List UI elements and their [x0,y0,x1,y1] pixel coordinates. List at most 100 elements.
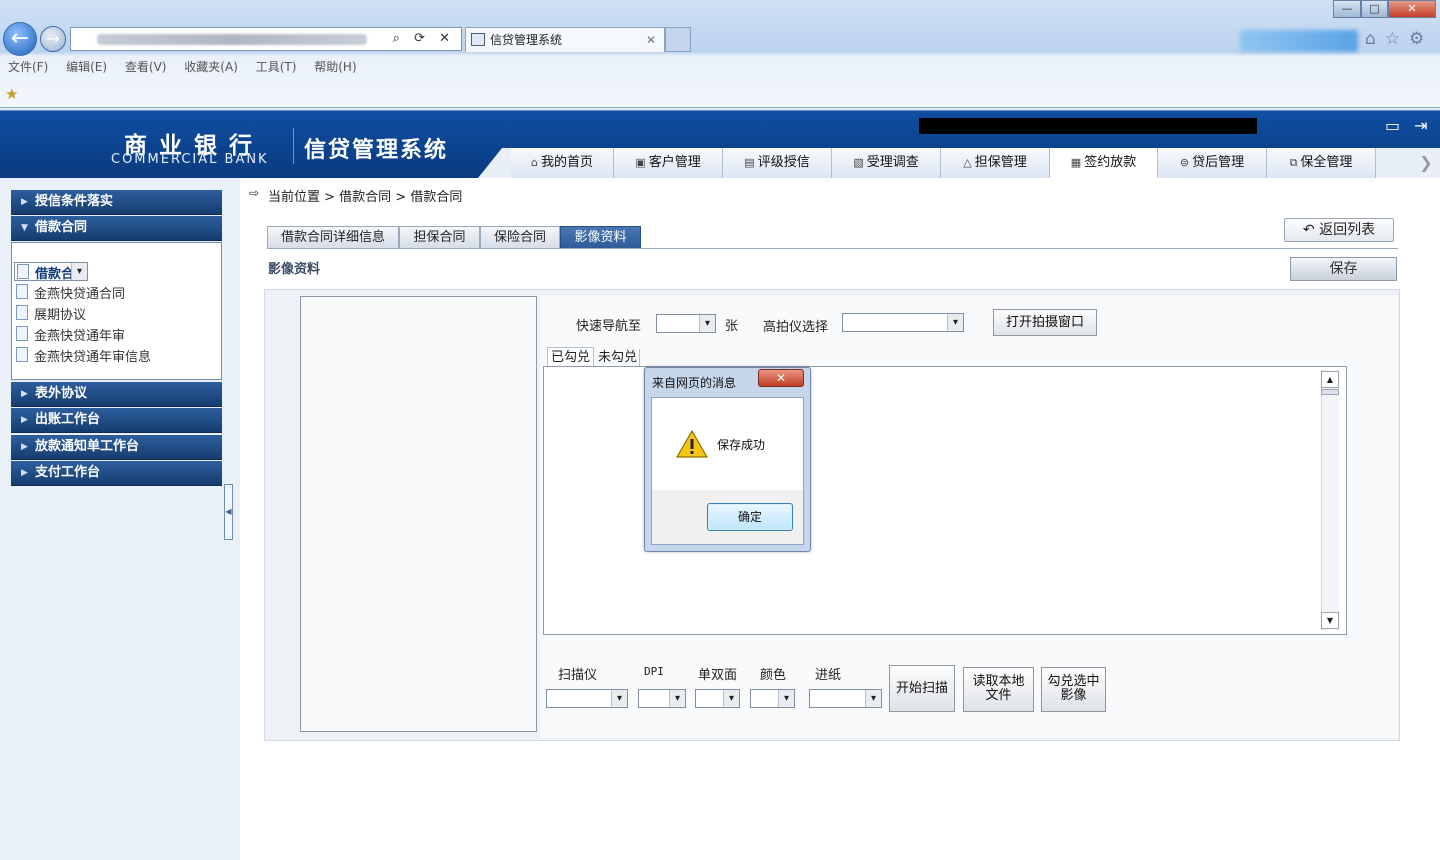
page-favicon-icon [471,33,485,46]
feed-label: 进纸 [815,668,842,683]
menu-help[interactable]: 帮助(H) [314,60,356,74]
check-selected-line2: 影像 [1060,688,1087,703]
read-local-file-button[interactable]: 读取本地 文件 [963,667,1034,712]
forward-arrow-icon[interactable]: → [40,26,66,52]
customer-icon: ▣ [635,156,646,169]
blurred-search-field[interactable] [1240,30,1358,52]
dpi-label: DPI [644,665,664,678]
nav-tab-rating[interactable]: ▤ 评级授信 [723,148,832,178]
sidebar-item-loan-contract[interactable]: 借款合同 [14,262,89,282]
camera-select[interactable] [842,313,964,332]
logo-separator [293,128,294,164]
browser-tab[interactable]: 信贷管理系统 ✕ [465,27,665,52]
header-icons[interactable]: ▭⇥ [1385,116,1440,135]
back-arrow-icon[interactable]: ← [3,22,37,56]
back-to-list-button[interactable]: ↶ 返回列表 [1284,218,1394,242]
window-close-button[interactable]: ✕ [1388,0,1436,18]
tab-insurance-contract[interactable]: 保险合同 [480,226,560,249]
postloan-icon: ⊜ [1179,156,1190,169]
nav-tab-survey[interactable]: ▧ 受理调查 [832,148,941,178]
monitor-icon[interactable]: ▭ [1385,116,1414,135]
browser-menubar: 文件(F) 编辑(E) 查看(V) 收藏夹(A) 工具(T) 帮助(H) [8,58,371,75]
sidebar-item-extension[interactable]: 展期协议 [14,304,86,323]
sidebar-item-jinyan-contract[interactable]: 金燕快贷通合同 [14,283,125,302]
quick-nav-label: 快速导航至 [576,319,642,334]
browser-tool-icons[interactable]: ⌂☆⚙ [1365,29,1433,49]
logout-icon[interactable]: ⇥ [1414,116,1440,135]
rating-icon: ▤ [744,156,755,169]
menu-edit[interactable]: 编辑(E) [66,60,107,74]
menu-tools[interactable]: 工具(T) [256,60,297,74]
tab-underline [267,248,1398,249]
return-arrow-icon: ↶ [1302,222,1320,238]
browser-chrome [0,0,1440,108]
save-button[interactable]: 保存 [1290,257,1397,281]
nav-tab-label: 担保管理 [974,155,1027,170]
address-url-blurred [97,34,367,45]
location-icon: ⇨ [249,186,260,200]
sidebar-section-disbursement[interactable]: 出账工作台 [11,408,222,433]
section-title: 影像资料 [268,262,321,277]
dialog-message: 保存成功 [717,438,766,452]
nav-tab-customer[interactable]: ▣ 客户管理 [614,148,723,178]
nav-tab-preservation[interactable]: ⧉ 保全管理 [1267,148,1376,178]
bank-name-en: COMMERCIAL BANK [111,152,269,167]
window-minimize-button[interactable]: — [1333,0,1361,18]
open-camera-button[interactable]: 打开拍摄窗口 [993,309,1097,336]
color-select[interactable] [750,689,795,708]
sidebar-item-annual-review[interactable]: 金燕快贷通年审 [14,325,125,344]
back-to-list-label: 返回列表 [1319,222,1376,238]
camera-select-label: 高拍仪选择 [763,320,829,335]
feed-select[interactable] [809,689,882,708]
image-tree-box[interactable] [300,296,537,732]
nav-tab-label: 客户管理 [648,155,701,170]
sidebar-item-annual-review-info[interactable]: 金燕快贷通年审信息 [14,346,151,365]
menu-favorites[interactable]: 收藏夹(A) [184,60,238,74]
window-maximize-button[interactable]: □ [1361,0,1388,18]
tab-loan-contract-detail[interactable]: 借款合同详细信息 [267,226,399,249]
tab-image-materials[interactable]: 影像资料 [560,226,641,249]
check-selected-line1: 勾兑选中 [1047,674,1100,689]
tab-close-icon[interactable]: ✕ [646,28,656,52]
scanner-select[interactable] [546,689,628,708]
sidebar-section-payment[interactable]: 支付工作台 [11,461,222,486]
favorites-star-icon[interactable]: ★ [5,85,18,103]
sidebar-collapse-handle[interactable]: ◀ [224,484,233,540]
menu-file[interactable]: 文件(F) [8,60,48,74]
survey-icon: ▧ [853,156,864,169]
browser-tab-title: 信贷管理系统 [490,33,563,47]
new-tab-button[interactable] [665,27,691,52]
dialog-title: 来自网页的消息 [652,376,737,390]
sidebar-section-credit-conditions[interactable]: 授信条件落实 [11,190,222,215]
color-label: 颜色 [760,668,787,683]
nav-tab-postloan[interactable]: ⊜ 贷后管理 [1158,148,1267,178]
nav-tab-contract[interactable]: ▦ 签约放款 [1050,148,1158,178]
nav-tab-guarantee[interactable]: △ 担保管理 [941,148,1050,178]
preservation-icon: ⧉ [1289,156,1298,169]
scroll-thumb[interactable] [1321,389,1339,395]
nav-scroll-right-icon[interactable]: ❯ [1412,148,1440,178]
redacted-user-info [919,118,1257,134]
scroll-up-icon[interactable]: ▲ [1321,371,1339,388]
sidebar-section-offbalance[interactable]: 表外协议 [11,382,222,407]
nav-tab-home[interactable]: ⌂ 我的首页 [511,148,614,178]
start-scan-button[interactable]: 开始扫描 [889,665,955,712]
tab-guarantee-contract[interactable]: 担保合同 [399,226,480,249]
address-search-refresh-icons[interactable]: ⌕ ⟳ ✕ [393,31,455,46]
guarantee-icon: △ [963,156,972,169]
sidebar-section-loan-contract[interactable]: 借款合同 [11,216,222,241]
sidebar-section-loan-notice[interactable]: 放款通知单工作台 [11,435,222,460]
tab-checked[interactable]: 已勾兑 [547,347,594,368]
address-bar[interactable]: ⌕ ⟳ ✕ [70,27,462,51]
check-selected-image-button[interactable]: 勾兑选中 影像 [1041,667,1106,712]
menu-view[interactable]: 查看(V) [125,60,167,74]
dialog-close-button[interactable]: ✕ [758,369,804,387]
warning-icon [676,430,708,458]
scroll-down-icon[interactable]: ▼ [1321,612,1339,629]
duplex-select[interactable] [695,689,740,708]
quick-nav-select[interactable] [656,314,716,333]
ok-button[interactable]: 确定 [707,503,793,531]
read-local-line1: 读取本地 [972,674,1025,689]
vertical-scrollbar[interactable] [1321,370,1339,630]
dpi-select[interactable] [638,689,686,708]
